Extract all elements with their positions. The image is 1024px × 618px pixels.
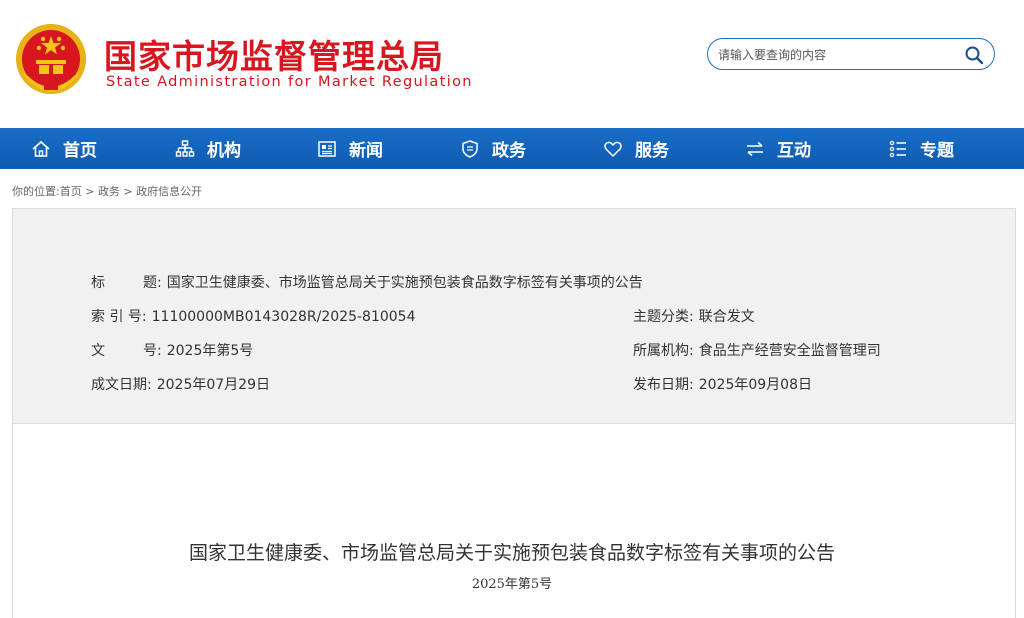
breadcrumb-separator: > (119, 185, 137, 198)
info-key: 号: (143, 343, 162, 359)
nav-item-government[interactable]: 政务 (460, 128, 526, 169)
heart-icon (604, 141, 622, 157)
info-key: 文 (91, 343, 105, 359)
main-nav: 首页 机构 新闻 政务 服务 互动 专题 (0, 128, 1024, 169)
info-key: 主题分类: (633, 309, 694, 325)
info-value-written-date: 2025年07月29日 (156, 377, 270, 393)
info-row-written-date: 成文日期: 2025年07月29日 (91, 374, 270, 394)
shield-icon (462, 139, 478, 158)
info-value-title: 国家卫生健康委、市场监管总局关于实施预包装食品数字标签有关事项的公告 (166, 275, 643, 291)
info-key: 成文日期: (91, 377, 152, 393)
search-icon[interactable] (964, 45, 984, 65)
breadcrumb-separator: > (81, 185, 98, 198)
nav-item-home[interactable]: 首页 (31, 128, 97, 169)
info-row-publish-date: 发布日期: 2025年09月08日 (633, 374, 812, 394)
newspaper-icon (318, 140, 336, 157)
info-row-index: 索 引 号: 11100000MB0143028R/2025-810054 (91, 306, 416, 326)
info-value-doc-number: 2025年第5号 (166, 343, 254, 359)
home-icon (32, 140, 50, 157)
info-row-org: 所属机构: 食品生产经营安全监督管理司 (633, 340, 881, 360)
national-emblem-icon[interactable] (14, 22, 88, 96)
info-key: 索 引 号: (91, 309, 147, 325)
breadcrumb-home[interactable]: 首页 (60, 185, 82, 198)
site-header: 国家市场监督管理总局 State Administration for Mark… (0, 0, 1024, 128)
search-box (707, 38, 995, 70)
info-row-doc-number: 文 号: 2025年第5号 (91, 340, 253, 360)
document-number: 2025年第5号 (471, 577, 553, 592)
info-key: 发布日期: (633, 377, 694, 393)
info-key: 题: (143, 275, 162, 291)
nav-label: 政务 (492, 141, 526, 161)
nav-label: 首页 (63, 141, 97, 161)
nav-item-interaction[interactable]: 互动 (745, 128, 811, 169)
info-key: 所属机构: (633, 343, 694, 359)
info-value-org: 食品生产经营安全监督管理司 (698, 343, 881, 359)
info-key: 标 (91, 275, 105, 291)
org-chart-icon (175, 139, 195, 157)
nav-label: 服务 (635, 141, 669, 161)
info-value-topic: 联合发文 (698, 309, 755, 325)
info-value-publish-date: 2025年09月08日 (698, 377, 812, 393)
nav-item-org[interactable]: 机构 (175, 128, 241, 169)
nav-item-news[interactable]: 新闻 (317, 128, 383, 169)
breadcrumb-government[interactable]: 政务 (98, 185, 120, 198)
site-subtitle: State Administration for Market Regulati… (106, 74, 473, 90)
info-row-topic: 主题分类: 联合发文 (633, 306, 755, 326)
exchange-arrows-icon (747, 141, 763, 156)
nav-item-service[interactable]: 服务 (603, 128, 669, 169)
nav-label: 专题 (920, 141, 954, 161)
info-row-title: 标 题: 国家卫生健康委、市场监管总局关于实施预包装食品数字标签有关事项的公告 (91, 272, 643, 292)
breadcrumb-info-disclosure[interactable]: 政府信息公开 (136, 185, 202, 198)
nav-label: 互动 (777, 141, 811, 161)
breadcrumb-prefix: 你的位置: (12, 185, 60, 198)
nav-label: 新闻 (349, 141, 383, 161)
document-title: 国家卫生健康委、市场监管总局关于实施预包装食品数字标签有关事项的公告 (188, 542, 835, 564)
list-icon (889, 140, 906, 157)
search-input[interactable] (718, 45, 958, 65)
nav-label: 机构 (207, 141, 241, 161)
info-value-index: 11100000MB0143028R/2025-810054 (151, 309, 416, 325)
breadcrumb: 你的位置:首页 > 政务 > 政府信息公开 (12, 183, 202, 199)
site-title[interactable]: 国家市场监督管理总局 (104, 30, 444, 78)
nav-item-topics[interactable]: 专题 (888, 128, 954, 169)
